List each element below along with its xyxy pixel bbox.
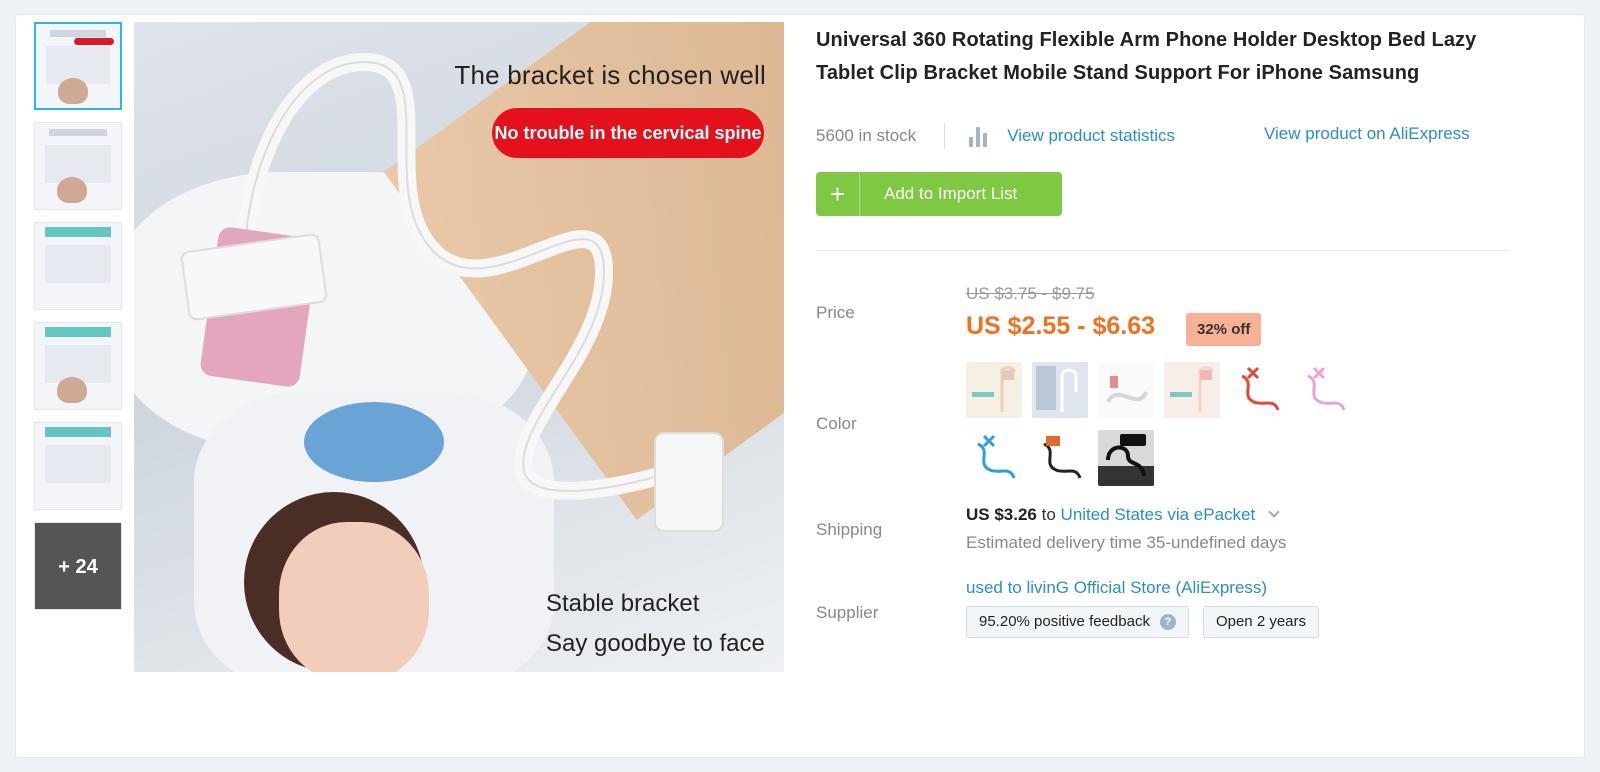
- feedback-text: 95.20% positive feedback: [979, 613, 1150, 630]
- shipping-destination-dropdown[interactable]: United States via ePacket: [1061, 505, 1256, 524]
- more-images-count: + 24: [58, 556, 98, 578]
- discount-badge: 32% off: [1186, 313, 1262, 346]
- thumbnail-2[interactable]: [34, 122, 122, 210]
- color-swatch[interactable]: [1098, 430, 1154, 486]
- color-swatch[interactable]: [1230, 362, 1286, 418]
- bar-chart-icon: [969, 125, 991, 147]
- thumb-graphic: [49, 129, 107, 136]
- product-title: Universal 360 Rotating Flexible Arm Phon…: [816, 29, 1477, 84]
- thumbnail-strip: + 24: [34, 22, 122, 622]
- main-product-image: The bracket is chosen well No trouble in…: [134, 22, 784, 672]
- thumbnail-1[interactable]: [34, 22, 122, 110]
- color-swatch[interactable]: [1296, 362, 1352, 418]
- view-statistics-link[interactable]: View product statistics: [1007, 126, 1175, 146]
- thumb-graphic: [45, 245, 111, 283]
- color-swatch[interactable]: [966, 430, 1022, 486]
- supplier-label: Supplier: [816, 603, 879, 622]
- shipping-label: Shipping: [816, 520, 883, 539]
- add-to-import-list-button[interactable]: + Add to Import List: [816, 172, 1062, 216]
- thumb-graphic: [57, 177, 87, 203]
- help-icon[interactable]: ?: [1159, 614, 1176, 630]
- color-swatch[interactable]: [1098, 362, 1154, 418]
- delivery-estimate: Estimated delivery time 35-undefined day…: [966, 533, 1287, 552]
- plus-icon: +: [816, 172, 860, 216]
- current-price: US $2.55 - $6.63: [966, 312, 1156, 340]
- thumb-graphic: [74, 38, 114, 45]
- thumb-graphic: [45, 427, 111, 437]
- thumb-graphic: [57, 377, 87, 403]
- price-label: Price: [816, 303, 855, 322]
- image-caption-2: Say goodbye to face: [546, 630, 765, 657]
- color-label: Color: [816, 414, 857, 433]
- supplier-badges: 95.20% positive feedback ? Open 2 years: [966, 606, 1320, 638]
- image-caption-1: Stable bracket: [546, 590, 700, 617]
- store-age-badge: Open 2 years: [1202, 606, 1320, 638]
- thumb-graphic: [45, 445, 111, 483]
- shipping-to-word: to: [1041, 505, 1056, 524]
- image-desk-mount: [654, 432, 724, 532]
- thumbnail-3[interactable]: [34, 222, 122, 310]
- product-meta-row: 5600 in stock View product statistics: [816, 123, 1175, 149]
- chevron-down-icon[interactable]: [1268, 506, 1280, 518]
- import-button-label: Add to Import List: [884, 184, 1018, 203]
- original-price: US $3.75 - $9.75: [966, 284, 1095, 303]
- thumb-graphic: [45, 227, 111, 237]
- thumbnail-more[interactable]: + 24: [34, 522, 122, 610]
- supplier-store-link[interactable]: used to livinG Official Store (AliExpres…: [966, 578, 1267, 598]
- image-red-banner: No trouble in the cervical spine: [492, 108, 764, 158]
- thumbnail-4[interactable]: [34, 322, 122, 410]
- shipping-line: US $3.26 to United States via ePacket: [966, 505, 1280, 525]
- thumbnail-5[interactable]: [34, 422, 122, 510]
- thumb-graphic: [58, 78, 88, 104]
- view-on-aliexpress-link[interactable]: View product on AliExpress: [1264, 124, 1470, 144]
- shipping-price: US $3.26: [966, 505, 1037, 524]
- thumb-graphic: [45, 327, 111, 337]
- section-divider: [816, 250, 1509, 251]
- color-swatch[interactable]: [1032, 362, 1088, 418]
- color-swatches: [966, 362, 1366, 486]
- image-heading-text: The bracket is chosen well: [454, 60, 766, 90]
- meta-divider: [944, 123, 946, 149]
- feedback-badge: 95.20% positive feedback ?: [966, 606, 1189, 638]
- stock-count: 5600 in stock: [816, 126, 917, 145]
- color-swatch[interactable]: [966, 362, 1022, 418]
- thumb-graphic: [50, 30, 106, 37]
- color-swatch[interactable]: [1032, 430, 1088, 486]
- color-swatch[interactable]: [1164, 362, 1220, 418]
